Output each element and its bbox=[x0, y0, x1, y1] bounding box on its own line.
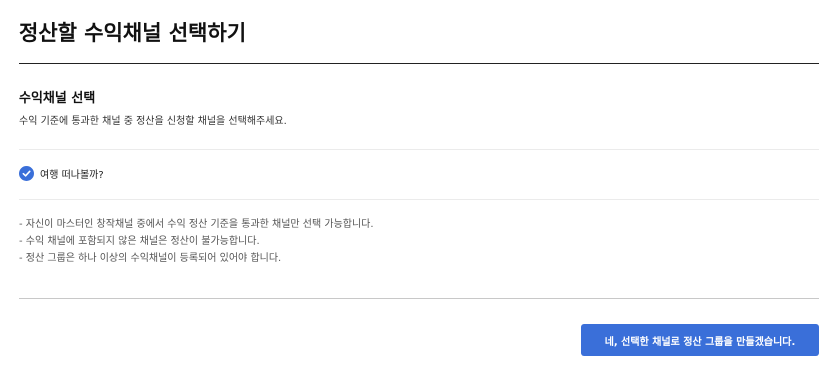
channel-label: 여행 떠나볼까? bbox=[40, 170, 104, 181]
confirm-button[interactable]: 네, 선택한 채널로 정산 그룹을 만들겠습니다. bbox=[581, 324, 819, 356]
note-item: - 수익 채널에 포함되지 않은 채널은 정산이 불가능합니다. bbox=[19, 236, 260, 247]
notes-list: - 자신이 마스터인 창작채널 중에서 수익 정산 기준을 통과한 채널만 선택… bbox=[19, 216, 374, 267]
channel-option-travel[interactable]: 여행 떠나볼까? bbox=[19, 165, 104, 182]
options-divider bbox=[19, 199, 819, 200]
page-title: 정산할 수익채널 선택하기 bbox=[19, 21, 247, 45]
section-description: 수익 기준에 통과한 채널 중 정산을 신청할 채널을 선택해주세요. bbox=[19, 116, 287, 127]
note-item: - 자신이 마스터인 창작채널 중에서 수익 정산 기준을 통과한 채널만 선택… bbox=[19, 219, 374, 230]
section-divider bbox=[19, 149, 819, 150]
check-circle-icon[interactable] bbox=[19, 166, 34, 181]
note-item: - 정산 그룹은 하나 이상의 수익채널이 등록되어 있어야 합니다. bbox=[19, 253, 282, 264]
section-heading: 수익채널 선택 bbox=[19, 91, 96, 106]
title-divider bbox=[19, 63, 819, 64]
footer-divider bbox=[19, 298, 819, 299]
